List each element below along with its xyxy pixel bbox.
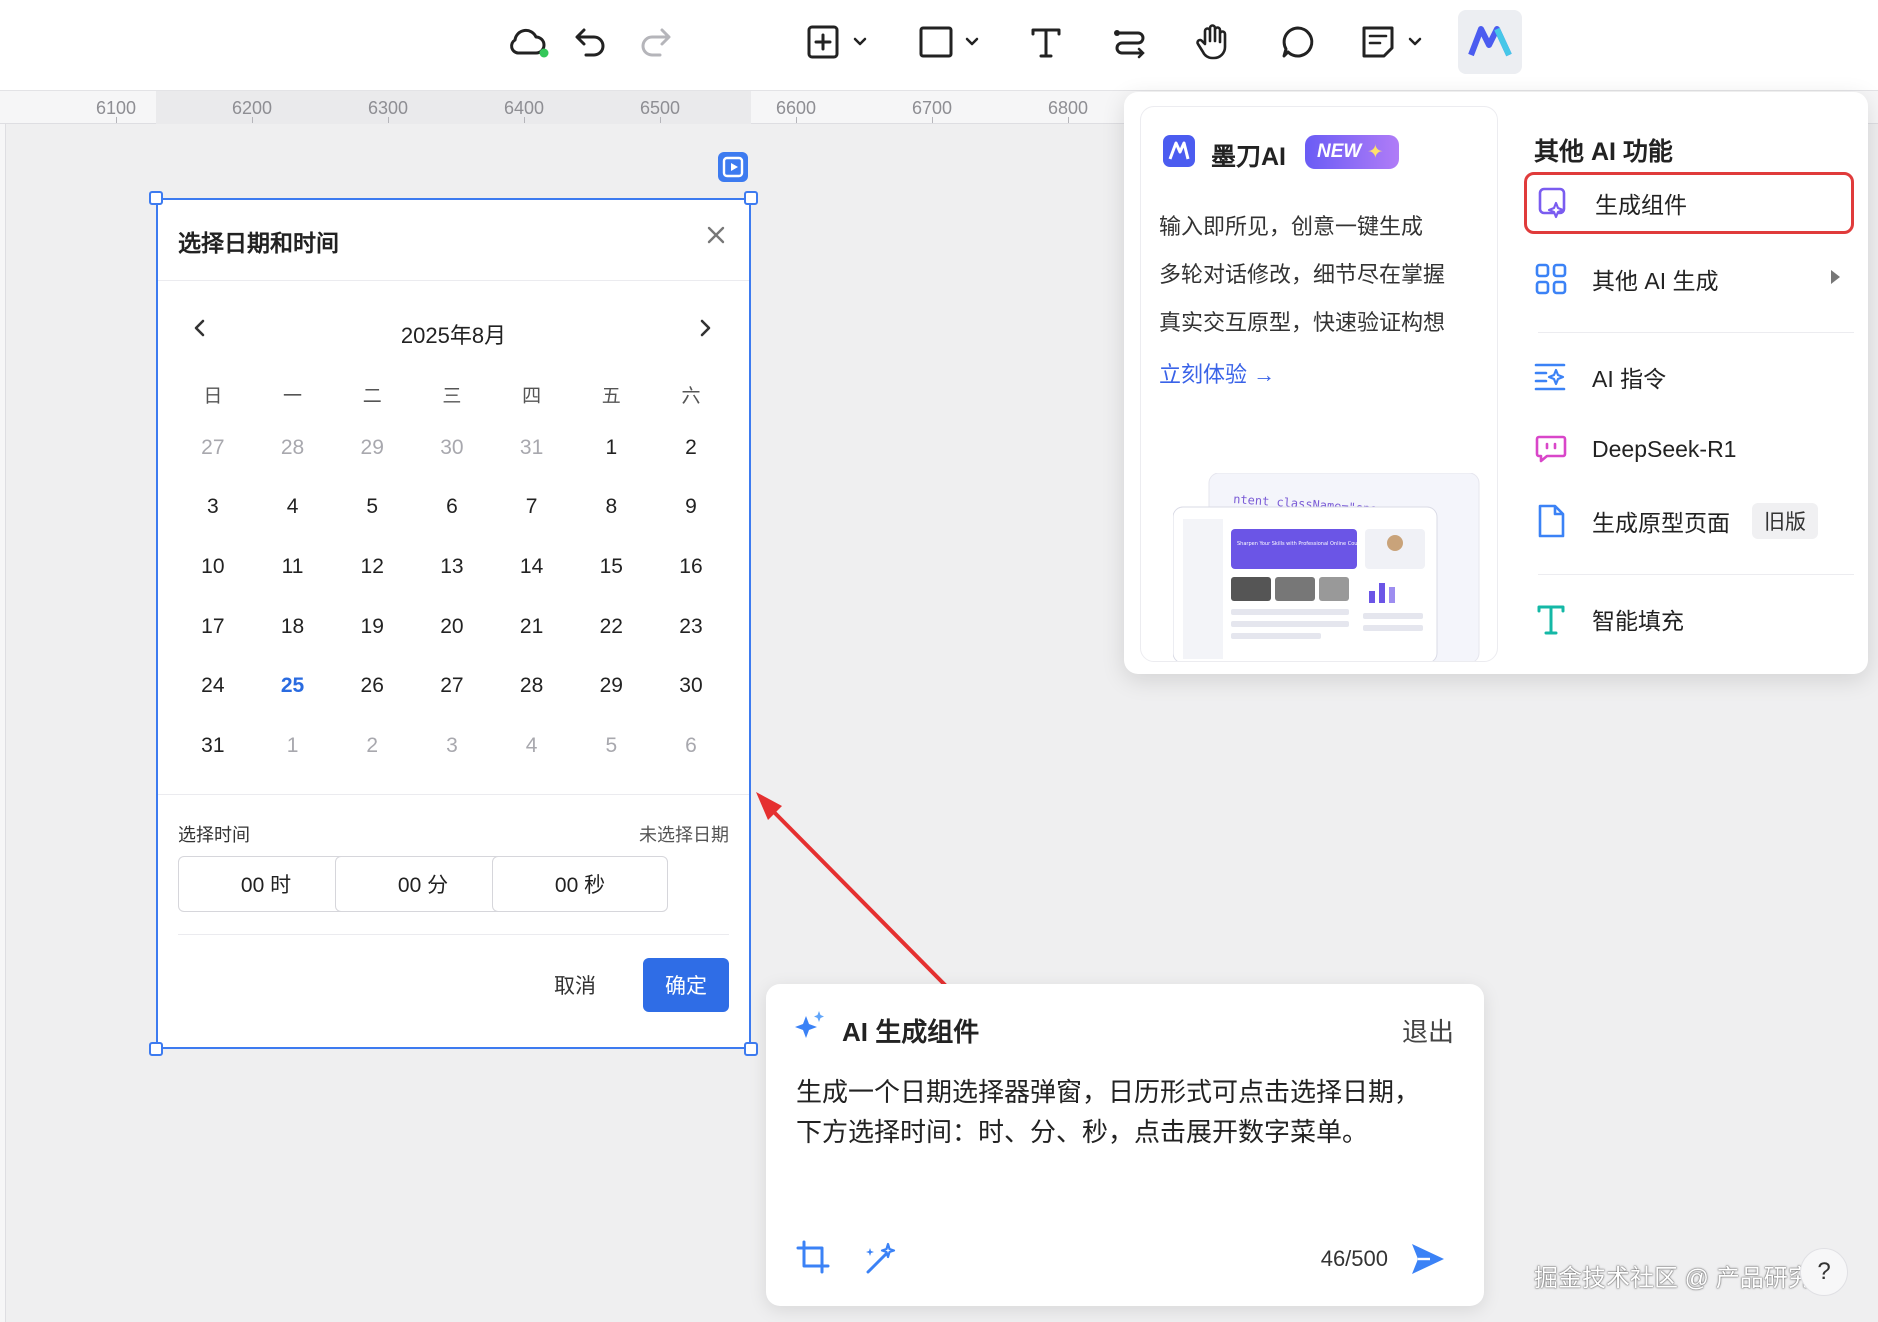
menu-item-label: AI 指令 [1592,366,1667,392]
chat-bubble-icon [1534,432,1568,466]
watermark: 掘金技术社区 @ 产品研究员 [1534,1265,1836,1292]
promo-line: 多轮对话修改，细节尽在掌握 [1159,262,1446,287]
legacy-badge: 旧版 [1752,503,1818,539]
document-icon [1534,504,1568,538]
menu-item-generate-component[interactable]: 生成组件 [1524,172,1854,234]
ai-sparkle-icon [795,1011,824,1038]
sparkle-icon: ✦ [1367,141,1384,163]
ruler-label: 6500 [639,98,681,118]
submenu-arrow-icon [1831,270,1840,284]
menu-item-label: 其他 AI 生成 [1592,268,1719,294]
undo-icon[interactable] [566,12,616,72]
note-icon[interactable] [1358,12,1430,72]
crop-icon[interactable] [796,1240,830,1274]
new-badge: NEW ✦ [1305,135,1399,169]
ruler-label: 6400 [503,98,545,118]
sparkle-cursor-icon [1537,186,1571,220]
connector-icon[interactable] [1108,12,1152,72]
send-icon[interactable] [1410,1242,1446,1276]
menu-item-generate-prototype-page[interactable]: 生成原型页面 旧版 [1524,490,1854,552]
ruler-label: 6800 [1047,98,1089,118]
ruler-label: 6700 [911,98,953,118]
ruler-label: 6100 [95,98,137,118]
prompt-input[interactable]: 生成一个日期选择器弹窗，日历形式可点击选择日期，下方选择时间：时、分、秒，点击展… [796,1072,1436,1152]
promo-card[interactable]: 墨刀AI NEW ✦ 输入即所见，创意一键生成 多轮对话修改，细节尽在掌握 真实交… [1140,106,1498,662]
menu-item-label: DeepSeek-R1 [1592,435,1737,462]
promo-illustration: ntent className="space-y-6" Sharpen Your… [1173,473,1480,661]
vertical-ruler [0,124,6,1322]
ruler-label: 6200 [231,98,273,118]
ai-command-icon [1534,360,1568,394]
ai-menu-panel: 墨刀AI NEW ✦ 输入即所见，创意一键生成 多轮对话修改，细节尽在掌握 真实交… [1124,92,1868,674]
shape-icon[interactable] [912,12,988,72]
modao-ai-logo-icon [1163,135,1195,167]
selection-frame [156,198,751,1049]
exit-button[interactable]: 退出 [1402,1012,1454,1049]
menu-item-label: 生成组件 [1595,192,1687,218]
ai-generate-card: AI 生成组件 退出 生成一个日期选择器弹窗，日历形式可点击选择日期，下方选择时… [766,984,1484,1306]
top-toolbar [0,0,1878,90]
menu-item-deepseek[interactable]: DeepSeek-R1 [1524,418,1854,480]
other-ai-title: 其他 AI 功能 [1534,138,1673,166]
resize-handle[interactable] [744,1042,758,1056]
grid-icon [1534,262,1568,296]
chat-title: AI 生成组件 [842,1017,980,1047]
promo-line: 真实交互原型，快速验证构想 [1159,310,1446,335]
comment-icon[interactable] [1276,12,1320,72]
help-button[interactable]: ? [1800,1248,1848,1296]
menu-item-label: 智能填充 [1592,608,1684,634]
ruler-label: 6600 [775,98,817,118]
menu-item-ai-command[interactable]: AI 指令 [1524,346,1854,408]
cloud-sync-icon[interactable] [500,12,556,72]
text-icon[interactable] [1026,12,1066,72]
magic-wand-icon[interactable] [862,1240,900,1278]
resize-handle[interactable] [149,1042,163,1056]
text-fill-icon [1534,602,1568,636]
ruler-label: 6300 [367,98,409,118]
add-frame-icon[interactable] [800,12,876,72]
promo-mock-banner: Sharpen Your Skills with Professional On… [1237,541,1368,547]
redo-icon[interactable] [630,12,680,72]
menu-item-smart-fill[interactable]: 智能填充 [1524,588,1854,650]
menu-item-other-ai-generate[interactable]: 其他 AI 生成 [1524,248,1854,310]
try-now-link[interactable]: 立刻体验 → [1159,357,1275,389]
frame-preview-icon[interactable] [717,151,749,183]
hand-icon[interactable] [1190,12,1236,72]
promo-line: 输入即所见，创意一键生成 [1159,214,1424,239]
char-count: 46/500 [1320,1246,1388,1271]
new-badge-label: NEW [1317,141,1362,162]
promo-title: 墨刀AI [1211,143,1287,171]
resize-handle[interactable] [149,191,163,205]
menu-item-label: 生成原型页面 [1592,510,1730,536]
ai-logo-icon[interactable] [1458,10,1522,74]
resize-handle[interactable] [744,191,758,205]
